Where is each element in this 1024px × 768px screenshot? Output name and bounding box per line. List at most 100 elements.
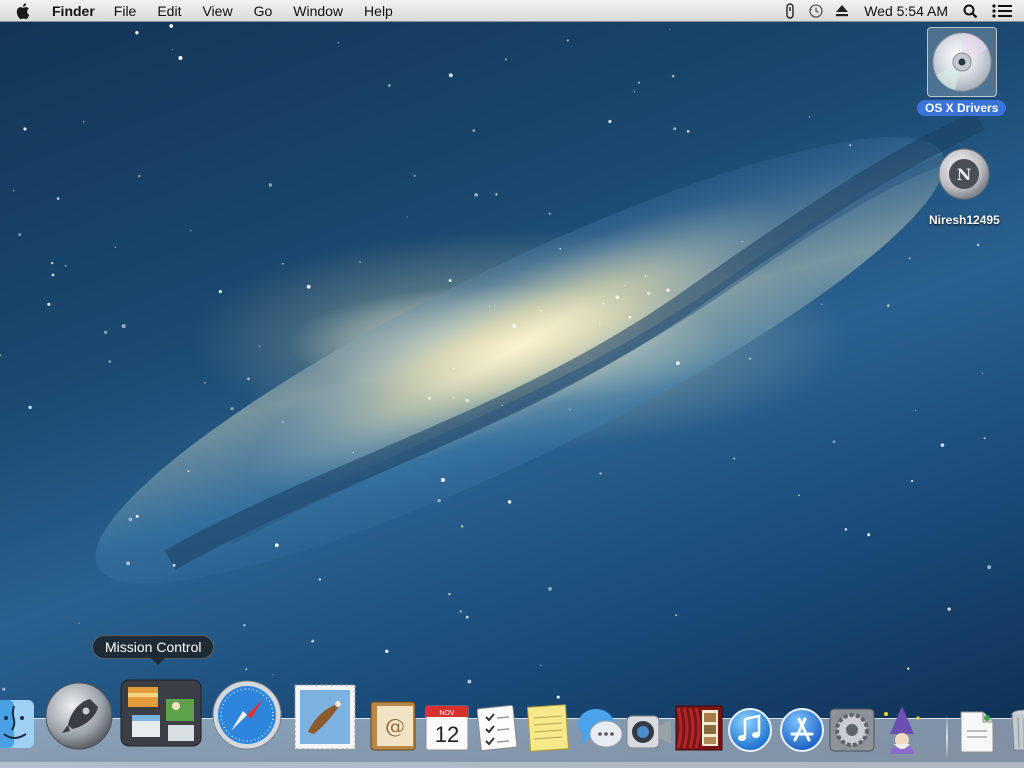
apple-menu-icon[interactable] — [16, 2, 38, 20]
dock-item-facetime[interactable] — [626, 712, 672, 752]
star — [947, 607, 951, 611]
eject-icon[interactable] — [834, 3, 850, 19]
desktop-icon-os-x-drivers[interactable]: OS X Drivers — [917, 27, 1007, 116]
dock-item-reminders[interactable] — [476, 704, 518, 752]
star — [673, 127, 677, 131]
dock-item-mission-control[interactable] — [120, 678, 202, 750]
star — [82, 121, 85, 123]
star — [569, 409, 571, 411]
menu-go[interactable]: Go — [254, 3, 273, 19]
dock-item-wizard[interactable] — [880, 704, 924, 754]
dock-item-document[interactable] — [958, 710, 996, 754]
desktop-icon-label: Niresh12495 — [929, 213, 1000, 227]
star — [230, 407, 234, 411]
star — [78, 622, 80, 624]
star — [387, 84, 391, 87]
star — [23, 127, 27, 131]
star — [633, 90, 636, 93]
star — [318, 578, 322, 581]
menu-file[interactable]: File — [114, 3, 137, 19]
star — [467, 679, 472, 684]
dock-item-launchpad[interactable] — [43, 680, 115, 752]
dock-item-system-preferences[interactable] — [828, 708, 876, 752]
dock-item-itunes[interactable] — [726, 706, 774, 754]
star — [459, 610, 462, 613]
dock-item-trash[interactable] — [1006, 706, 1024, 754]
star — [646, 291, 651, 296]
star — [559, 247, 561, 250]
star — [135, 31, 139, 35]
star — [437, 498, 441, 503]
star — [540, 664, 542, 666]
star — [599, 323, 601, 325]
star — [281, 262, 284, 265]
cd-disc-icon — [926, 27, 997, 97]
time-machine-icon[interactable] — [808, 3, 824, 19]
desktop-icon-niresh12495[interactable]: N Niresh12495 — [921, 139, 1008, 228]
dock-item-finder[interactable] — [0, 696, 36, 752]
star — [128, 517, 133, 522]
star — [983, 437, 986, 440]
menu-view[interactable]: View — [202, 3, 232, 19]
dock-item-messages[interactable] — [576, 706, 624, 752]
star — [245, 668, 248, 670]
star — [867, 533, 871, 537]
hard-drive-icon: N — [929, 139, 999, 209]
dock-item-contacts[interactable]: @ — [368, 700, 418, 752]
star — [306, 284, 311, 289]
star — [488, 305, 491, 307]
star — [566, 39, 569, 42]
star — [976, 243, 980, 247]
document-icon — [960, 711, 994, 753]
star — [844, 528, 848, 531]
spotlight-search-icon[interactable] — [962, 3, 978, 19]
star — [628, 316, 632, 319]
star — [671, 74, 675, 78]
star — [548, 587, 552, 591]
menu-window[interactable]: Window — [293, 3, 343, 19]
menubar-status-area: Wed 5:54 AM — [782, 0, 1024, 22]
menubar-clock[interactable]: Wed 5:54 AM — [864, 3, 948, 19]
star — [821, 303, 823, 305]
star — [608, 119, 612, 124]
star — [103, 330, 108, 335]
dock-item-app-store[interactable] — [778, 706, 826, 754]
star — [474, 193, 478, 197]
star — [624, 284, 626, 286]
star — [243, 623, 246, 627]
star — [981, 373, 984, 375]
star — [832, 440, 836, 444]
star — [669, 28, 671, 30]
star — [274, 543, 279, 548]
star — [0, 354, 2, 357]
star — [203, 381, 206, 384]
star — [272, 673, 274, 675]
star — [56, 197, 60, 200]
notification-center-icon[interactable] — [992, 3, 1012, 19]
notes-icon — [526, 704, 570, 752]
safari-compass-icon — [212, 680, 282, 750]
app-menu-finder[interactable]: Finder — [52, 3, 95, 19]
star — [453, 367, 455, 369]
star — [178, 56, 183, 60]
menu-edit[interactable]: Edit — [157, 3, 181, 19]
script-menu-icon[interactable] — [782, 3, 798, 19]
star — [556, 695, 560, 699]
menu-help[interactable]: Help — [364, 3, 393, 19]
star — [172, 48, 174, 51]
star — [504, 58, 507, 61]
dock-item-photo-booth[interactable] — [674, 704, 724, 752]
star — [599, 472, 602, 475]
messages-bubble-icon — [578, 709, 623, 748]
star — [741, 241, 743, 243]
dock-item-calendar[interactable]: NOV 12 — [424, 702, 470, 752]
star — [808, 116, 811, 118]
trash-icon — [1011, 709, 1024, 751]
star — [914, 409, 917, 412]
star — [64, 265, 67, 267]
dock-item-mail[interactable] — [294, 684, 356, 750]
dock-item-safari[interactable] — [210, 679, 284, 751]
photo-booth-icon — [675, 705, 723, 751]
star — [440, 477, 445, 483]
dock-item-notes[interactable] — [526, 702, 570, 752]
